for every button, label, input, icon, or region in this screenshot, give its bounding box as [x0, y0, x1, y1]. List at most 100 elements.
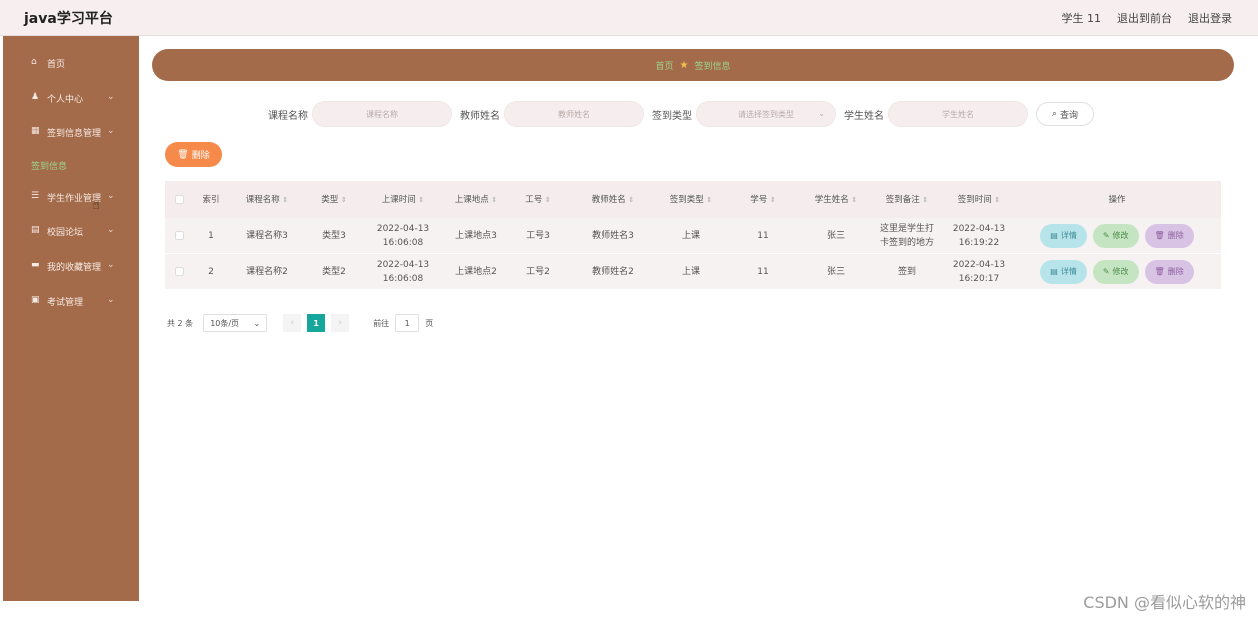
student-input[interactable]: 学生姓名 [888, 101, 1028, 127]
bookmark-icon: ▬ [31, 260, 40, 270]
sidebar-item-profile[interactable]: ♟ 个人中心 ⌄ [3, 86, 139, 110]
batch-delete-button[interactable]: 🗑 删除 [165, 142, 222, 167]
sidebar-item-label: 我的收藏管理 [47, 262, 102, 273]
detail-button[interactable]: ▤ 详情 [1040, 223, 1087, 248]
edit-button[interactable]: ✎ 修改 [1092, 259, 1139, 284]
cell-type: 类型2 [322, 266, 346, 277]
cell-teacher: 教师姓名2 [592, 266, 634, 277]
cell-signtype: 上课 [681, 230, 700, 241]
next-page-button[interactable]: › [331, 314, 350, 332]
row-checkbox[interactable] [165, 267, 193, 276]
sidebar-item-homework[interactable]: ☰ 学生作业管理 ⌄ [3, 185, 139, 209]
sidebar-item-label: 签到信息管理 [47, 128, 102, 139]
chevron-down-icon: ⌄ [107, 260, 115, 270]
cell-student-no: 11 [757, 266, 769, 277]
col-header-teacher[interactable]: 教师姓名 ⇕ [567, 193, 659, 207]
cell-index: 1 [208, 230, 214, 241]
doc-icon: ▤ [31, 225, 40, 235]
row-actions: ▤ 详情 ✎ 修改 🗑 删除 [1013, 223, 1221, 248]
detail-button[interactable]: ▤ 详情 [1040, 259, 1087, 284]
grid-icon: ▦ [31, 126, 40, 136]
col-header-signtype[interactable]: 签到类型 ⇕ [659, 193, 723, 207]
edit-button[interactable]: ✎ 修改 [1092, 223, 1139, 248]
prev-page-button[interactable]: ‹ [283, 314, 302, 332]
back-to-front-link[interactable]: 退出到前台 [1117, 10, 1172, 26]
search-form: 课程名称 课程名称 教师姓名 教师姓名 签到类型 请选择签到类型 ⌄ 学生姓名 … [268, 101, 1094, 127]
cell-staff-no: 工号3 [526, 230, 550, 241]
app-title: java学习平台 [24, 11, 113, 27]
signtype-select[interactable]: 请选择签到类型 ⌄ [696, 101, 836, 127]
pager-total: 共 2 条 [167, 318, 194, 328]
cell-remark: 这里是学生打 卡签到的地方 [879, 223, 934, 248]
col-header-type[interactable]: 类型 ⇕ [305, 193, 363, 207]
select-all-checkbox[interactable] [165, 195, 193, 204]
col-header-index: 索引 [202, 194, 220, 205]
signtype-label: 签到类型 [652, 110, 692, 122]
sidebar-item-label: 校园论坛 [47, 227, 84, 238]
edit-icon: ✎ [1102, 266, 1110, 276]
sidebar-item-signin-management[interactable]: ▦ 签到信息管理 ⌄ [3, 120, 139, 144]
detail-icon: ▤ [1050, 230, 1058, 240]
row-actions: ▤ 详情 ✎ 修改 🗑 删除 [1013, 259, 1221, 284]
user-name: 学生 11 [1061, 12, 1102, 25]
user-icon: ♟ [31, 92, 40, 102]
detail-icon: ▤ [1050, 266, 1058, 276]
col-header-student-no[interactable]: 学号 ⇕ [723, 193, 803, 207]
col-header-class-time[interactable]: 上课时间 ⇕ [363, 193, 443, 207]
sidebar-item-home[interactable]: ⌂ 首页 [3, 51, 139, 75]
page-size-value: 10条/页 [210, 318, 240, 328]
row-checkbox[interactable] [165, 231, 193, 240]
chevron-down-icon: ⌄ [107, 92, 115, 102]
page-unit-label: 页 [425, 318, 434, 328]
cell-class-time: 2022-04-13 16:06:08 [376, 223, 430, 248]
cell-student-name: 张三 [826, 266, 845, 277]
course-label: 课程名称 [268, 110, 308, 122]
delete-label: 删除 [191, 151, 210, 161]
col-header-course[interactable]: 课程名称 ⇕ [229, 193, 305, 207]
col-header-staff-no[interactable]: 工号 ⇕ [509, 193, 567, 207]
col-header-sign-time[interactable]: 签到时间 ⇕ [945, 193, 1013, 207]
list-icon: ☰ [31, 191, 40, 201]
signtype-placeholder: 请选择签到类型 [738, 109, 794, 119]
table-row: 1 课程名称3 类型3 2022-04-13 16:06:08 上课地点3 工号3… [165, 218, 1221, 254]
delete-button[interactable]: 🗑 删除 [1144, 223, 1194, 248]
edit-icon: ✎ [1102, 230, 1110, 240]
query-button[interactable]: ⌕ 查询 [1036, 102, 1094, 126]
sidebar-item-exam[interactable]: ▣ 考试管理 ⌄ [3, 289, 139, 313]
sidebar-item-favorites[interactable]: ▬ 我的收藏管理 ⌄ [3, 254, 139, 278]
sidebar-item-label: 考试管理 [47, 297, 84, 308]
pagination: 共 2 条 10条/页 ⌄ ‹ 1 › 前往 1 页 [167, 314, 433, 332]
cell-class-time: 2022-04-13 16:06:08 [376, 259, 430, 284]
col-header-remark[interactable]: 签到备注 ⇕ [869, 193, 945, 207]
delete-button[interactable]: 🗑 删除 [1144, 259, 1194, 284]
sidebar-item-label: 签到信息 [31, 161, 68, 172]
cell-sign-time: 2022-04-13 16:19:22 [952, 223, 1006, 248]
cell-course: 课程名称2 [246, 266, 288, 277]
chevron-down-icon: ⌄ [818, 109, 825, 118]
logout-link[interactable]: 退出登录 [1188, 10, 1232, 26]
chevron-down-icon: ⌄ [253, 318, 261, 328]
cell-student-name: 张三 [826, 230, 845, 241]
star-icon: ★ [679, 59, 689, 71]
trash-icon: 🗑 [177, 149, 189, 160]
page-size-select[interactable]: 10条/页 ⌄ [203, 314, 268, 332]
breadcrumb-current: 签到信息 [694, 61, 731, 72]
chevron-down-icon: ⌄ [107, 225, 115, 235]
course-input[interactable]: 课程名称 [312, 101, 452, 127]
cell-place: 上课地点3 [455, 230, 497, 241]
cell-index: 2 [208, 266, 214, 277]
sidebar-item-signin-info[interactable]: 签到信息 [3, 153, 139, 177]
sidebar-item-forum[interactable]: ▤ 校园论坛 ⌄ [3, 219, 139, 243]
cell-course: 课程名称3 [246, 230, 288, 241]
teacher-input[interactable]: 教师姓名 [504, 101, 644, 127]
goto-input[interactable]: 1 [395, 314, 420, 332]
cell-student-no: 11 [757, 230, 769, 241]
col-header-student-name[interactable]: 学生姓名 ⇕ [803, 193, 869, 207]
trash-icon: 🗑 [1154, 230, 1165, 240]
hand-cursor-icon: ☝ [92, 198, 100, 213]
col-header-place[interactable]: 上课地点 ⇕ [443, 193, 509, 207]
breadcrumb-home[interactable]: 首页 [656, 59, 674, 72]
sidebar-item-label: 首页 [47, 59, 66, 70]
page-number-button[interactable]: 1 [307, 314, 326, 332]
cell-teacher: 教师姓名3 [592, 230, 634, 241]
